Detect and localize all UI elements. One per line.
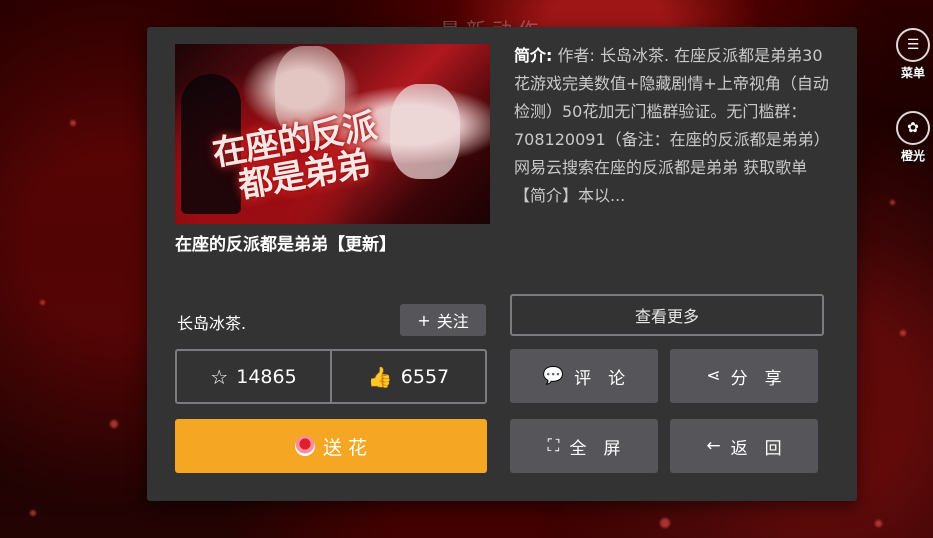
star-icon: ☆ [210,364,229,389]
right-rail: ☰ 菜单 ✿ 橙光 [893,28,933,194]
favorite-button[interactable]: ☆ 14865 [177,351,330,402]
thumbs-up-icon: 👍 [367,364,393,389]
back-label: 返 回 [730,438,782,459]
rail-item-menu[interactable]: ☰ 菜单 [893,28,933,81]
cover-face [390,84,460,179]
share-label: 分 享 [730,368,782,389]
orange-light-icon: ✿ [896,111,930,145]
follow-label: 关注 [436,312,469,331]
game-detail-panel: 在座的反派 都是弟弟 在座的反派都是弟弟【更新】 简介: 作者: 长岛冰茶. 在座… [147,27,857,501]
cover-image[interactable]: 在座的反派 都是弟弟 [175,44,490,224]
rail-label-menu: 菜单 [900,66,925,80]
intro-text: 简介: 作者: 长岛冰茶. 在座反派都是弟弟30花游戏完美数值+隐藏剧情+上帝视… [514,42,836,210]
stats-bar: ☆ 14865 👍 6557 [175,349,487,404]
plus-icon: + [417,310,431,330]
comment-button[interactable]: 💬 评 论 [510,349,658,403]
share-icon: ⋖ [706,366,721,386]
game-title: 在座的反派都是弟弟【更新】 [175,235,396,255]
arrow-left-icon: ← [706,436,721,456]
flower-icon [294,436,315,456]
back-button[interactable]: ← 返 回 [670,419,818,473]
follow-button[interactable]: + 关注 [400,304,486,336]
fullscreen-icon: ⛶ [547,436,560,456]
send-flower-button[interactable]: 送 花 [175,419,487,473]
author-name[interactable]: 长岛冰茶. [177,310,246,334]
comment-label: 评 论 [574,368,626,389]
like-count: 6557 [400,365,450,388]
intro-label: 简介: [514,46,553,65]
rail-label-orange-light: 橙光 [900,149,925,163]
fullscreen-button[interactable]: ⛶ 全 屏 [510,419,658,473]
menu-icon: ☰ [896,28,930,62]
intro-body: 作者: 长岛冰茶. 在座反派都是弟弟30花游戏完美数值+隐藏剧情+上帝视角（自动… [514,46,830,205]
like-button[interactable]: 👍 6557 [330,351,485,402]
rail-item-orange-light[interactable]: ✿ 橙光 [893,111,933,164]
flower-label: 送 花 [322,436,368,459]
favorite-count: 14865 [236,365,297,388]
fullscreen-label: 全 屏 [569,438,621,459]
view-more-button[interactable]: 查看更多 [510,294,824,336]
share-button[interactable]: ⋖ 分 享 [670,349,818,403]
comment-icon: 💬 [542,366,565,386]
